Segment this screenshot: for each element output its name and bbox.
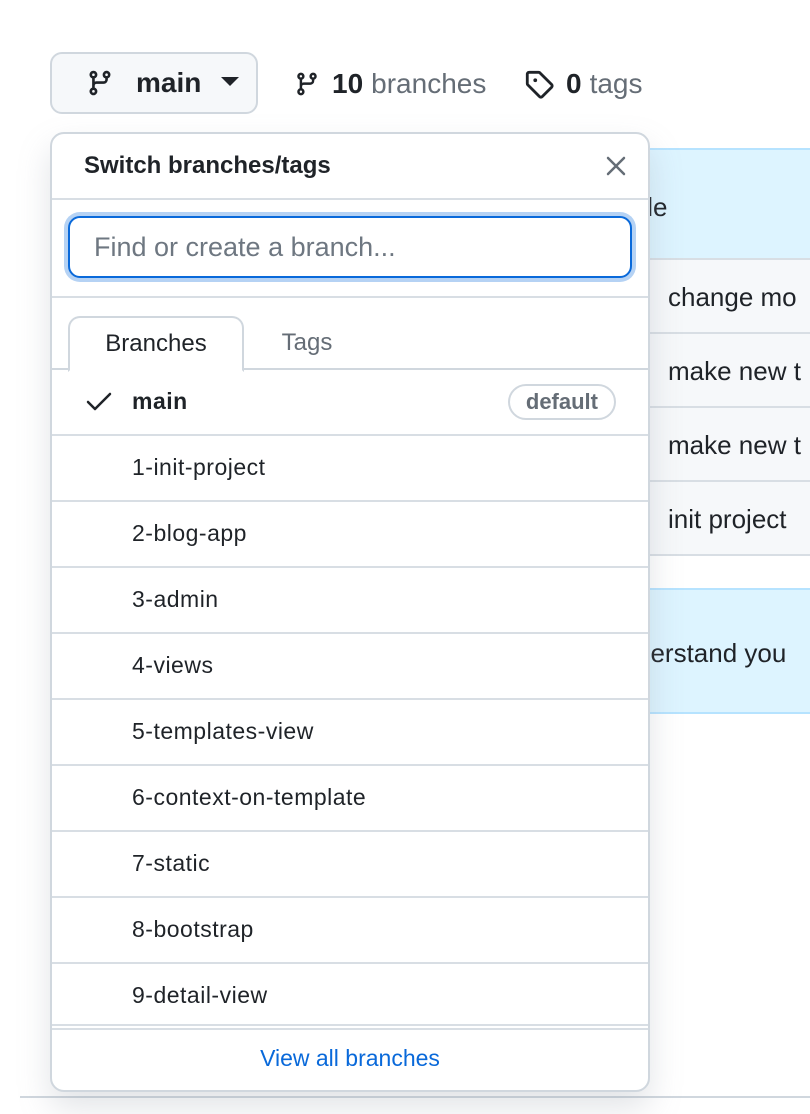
branch-name: 2-blog-app [132,520,247,546]
git-branch-icon [86,67,114,99]
branch-item[interactable]: 7-static [52,832,648,898]
branch-name: main [132,388,188,414]
branches-count-link[interactable]: 10 branches [294,66,486,102]
branch-item[interactable]: 8-bootstrap [52,898,648,964]
branch-item[interactable]: 6-context-on-template [52,766,648,832]
branch-switcher-dropdown: Switch branches/tags Branches Tags main … [50,132,650,1092]
branch-name: 8-bootstrap [132,916,254,942]
branch-item[interactable]: 1-init-project [52,436,648,502]
branch-name: 7-static [132,850,211,876]
branch-name: 1-init-project [132,454,266,480]
commit-message: init project [668,504,787,534]
branches-label: branches [371,68,487,99]
branch-item[interactable]: 9-detail-view [52,964,648,1030]
view-all-branches-link[interactable]: View all branches [260,1045,440,1072]
filter-section [52,200,648,298]
tags-label: tags [589,68,643,99]
branch-filter-input[interactable] [68,216,632,278]
branches-count: 10 [332,68,364,99]
branch-name: 9-detail-view [132,982,268,1008]
tag-icon [524,69,554,99]
info-banner-text: derstand you [636,638,787,668]
default-badge: default [507,384,616,420]
commit-message: make new t [668,356,801,386]
dropdown-footer: View all branches [52,1024,648,1090]
caret-down-icon [221,74,240,92]
commit-message: make new t [668,430,801,460]
commit-message: change mo [668,282,797,312]
branch-name: 5-templates-view [132,718,314,744]
tags-count-link[interactable]: 0 tags [524,66,643,102]
tab-tags[interactable]: Tags [252,316,362,370]
divider [20,1096,810,1098]
tags-count: 0 [566,68,582,99]
close-icon[interactable] [604,154,628,183]
branch-select-button[interactable]: main [50,52,258,114]
branch-item[interactable]: 3-admin [52,568,648,634]
check-icon [86,391,112,418]
branch-item-main[interactable]: main default [52,370,648,436]
branch-name: 3-admin [132,586,219,612]
branch-item[interactable]: 2-blog-app [52,502,648,568]
branch-list: main default 1-init-project 2-blog-app 3… [52,370,648,1030]
tab-branches[interactable]: Branches [68,316,244,372]
dropdown-header: Switch branches/tags [52,134,648,200]
branch-item[interactable]: 4-views [52,634,648,700]
tab-bar: Branches Tags [52,316,648,372]
git-branch-icon [294,69,320,99]
branch-name: 4-views [132,652,214,678]
dropdown-title: Switch branches/tags [84,152,331,179]
branch-item[interactable]: 5-templates-view [52,700,648,766]
current-branch-label: main [136,67,202,98]
branch-name: 6-context-on-template [132,784,367,810]
